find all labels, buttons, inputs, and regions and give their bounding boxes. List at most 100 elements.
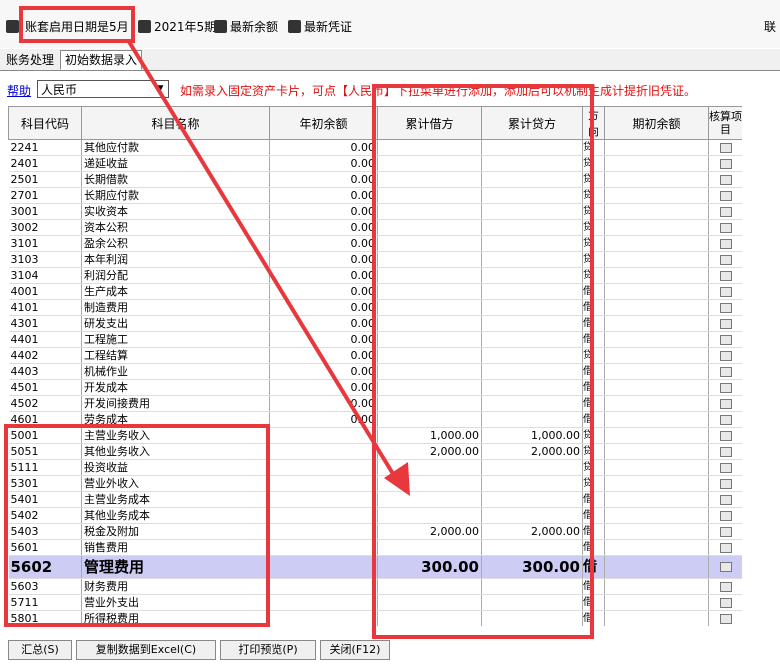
table-row[interactable]: 5301 营业外收入 贷	[8, 475, 742, 492]
cell-name[interactable]: 机械作业	[81, 363, 270, 380]
cell-direction[interactable]: 贷	[582, 155, 605, 172]
cell-direction[interactable]: 借	[582, 555, 605, 579]
cell-code[interactable]: 5301	[8, 475, 82, 492]
table-row[interactable]: 5403 税金及附加 2,000.00 2,000.00 借	[8, 523, 742, 540]
cell-debit[interactable]	[377, 491, 482, 508]
cell-opening-year[interactable]: 0.00	[269, 203, 378, 220]
cell-credit[interactable]	[481, 395, 583, 412]
cell-opening-year[interactable]: 0.00	[269, 251, 378, 268]
cell-code[interactable]: 4402	[8, 347, 82, 364]
cell-code[interactable]: 2241	[8, 139, 82, 156]
cell-direction[interactable]: 借	[582, 578, 605, 595]
cell-name[interactable]: 管理费用	[81, 555, 270, 579]
aux-checkbox[interactable]	[719, 495, 732, 505]
cell-opening-year[interactable]: 0.00	[269, 267, 378, 284]
cell-direction[interactable]: 贷	[582, 219, 605, 236]
cell-credit[interactable]	[481, 315, 583, 332]
cell-opening-year[interactable]: 0.00	[269, 347, 378, 364]
cell-aux[interactable]	[708, 347, 742, 364]
aux-checkbox[interactable]	[719, 335, 732, 345]
cell-direction[interactable]: 借	[582, 411, 605, 428]
cell-opening-year[interactable]	[269, 594, 378, 611]
cell-aux[interactable]	[708, 395, 742, 412]
tab-initial-data-entry[interactable]: 初始数据录入	[60, 50, 143, 70]
cell-credit[interactable]	[481, 251, 583, 268]
cell-debit[interactable]	[377, 594, 482, 611]
cell-code[interactable]: 2701	[8, 187, 82, 204]
table-row[interactable]: 5603 财务费用 借	[8, 578, 742, 595]
cell-name[interactable]: 开发成本	[81, 379, 270, 396]
cell-opening-year[interactable]	[269, 443, 378, 460]
aux-checkbox[interactable]	[719, 351, 732, 361]
cell-aux[interactable]	[708, 610, 742, 626]
cell-opening-year[interactable]	[269, 459, 378, 476]
cell-opening-period[interactable]	[604, 267, 709, 284]
table-row[interactable]: 4402 工程结算 0.00 贷	[8, 347, 742, 364]
cell-debit[interactable]	[377, 219, 482, 236]
cell-opening-year[interactable]: 0.00	[269, 411, 378, 428]
cell-opening-year[interactable]: 0.00	[269, 363, 378, 380]
aux-checkbox[interactable]	[719, 223, 732, 233]
cell-name[interactable]: 主营业务成本	[81, 491, 270, 508]
col-header-opening-year[interactable]: 年初余额	[269, 106, 378, 140]
cell-name[interactable]: 盈余公积	[81, 235, 270, 252]
cell-debit[interactable]: 1,000.00	[377, 427, 482, 444]
cell-name[interactable]: 劳务成本	[81, 411, 270, 428]
cell-opening-period[interactable]	[604, 363, 709, 380]
cell-name[interactable]: 其他应付款	[81, 139, 270, 156]
cell-credit[interactable]	[481, 411, 583, 428]
cell-name[interactable]: 营业外收入	[81, 475, 270, 492]
cell-opening-period[interactable]	[604, 235, 709, 252]
cell-opening-period[interactable]	[604, 171, 709, 188]
table-row[interactable]: 3001 实收资本 0.00 贷	[8, 203, 742, 220]
table-row[interactable]: 3103 本年利润 0.00 贷	[8, 251, 742, 268]
cell-code[interactable]: 3001	[8, 203, 82, 220]
cell-opening-period[interactable]	[604, 315, 709, 332]
cell-opening-period[interactable]	[604, 299, 709, 316]
cell-opening-period[interactable]	[604, 203, 709, 220]
cell-credit[interactable]	[481, 235, 583, 252]
aux-checkbox[interactable]	[719, 447, 732, 457]
table-row[interactable]: 5401 主营业务成本 借	[8, 491, 742, 508]
cell-credit[interactable]	[481, 331, 583, 348]
table-row[interactable]: 5801 所得税费用 借	[8, 610, 742, 626]
cell-debit[interactable]	[377, 331, 482, 348]
print-preview-button[interactable]: 打印预览(P)	[220, 640, 316, 660]
cell-aux[interactable]	[708, 491, 742, 508]
table-row[interactable]: 5001 主营业务收入 1,000.00 1,000.00 贷	[8, 427, 742, 444]
cell-credit[interactable]	[481, 203, 583, 220]
cell-code[interactable]: 5801	[8, 610, 82, 626]
table-row[interactable]: 4001 生产成本 0.00 借	[8, 283, 742, 300]
table-row[interactable]: 5111 投资收益 贷	[8, 459, 742, 476]
table-row[interactable]: 3101 盈余公积 0.00 贷	[8, 235, 742, 252]
aux-checkbox[interactable]	[719, 255, 732, 265]
cell-name[interactable]: 投资收益	[81, 459, 270, 476]
cell-name[interactable]: 实收资本	[81, 203, 270, 220]
cell-debit[interactable]	[377, 203, 482, 220]
aux-checkbox[interactable]	[719, 207, 732, 217]
summary-button[interactable]: 汇总(S)	[8, 640, 72, 660]
cell-opening-period[interactable]	[604, 491, 709, 508]
col-header-credit[interactable]: 累计贷方	[481, 106, 583, 140]
aux-checkbox[interactable]	[719, 431, 732, 441]
cell-name[interactable]: 其他业务收入	[81, 443, 270, 460]
table-row[interactable]: 5402 其他业务成本 借	[8, 507, 742, 524]
col-header-opening-period[interactable]: 期初余额	[604, 106, 709, 140]
cell-aux[interactable]	[708, 363, 742, 380]
cell-name[interactable]: 递延收益	[81, 155, 270, 172]
cell-name[interactable]: 长期借款	[81, 171, 270, 188]
cell-name[interactable]: 销售费用	[81, 539, 270, 556]
cell-aux[interactable]	[708, 315, 742, 332]
cell-direction[interactable]: 借	[582, 363, 605, 380]
cell-name[interactable]: 长期应付款	[81, 187, 270, 204]
cell-direction[interactable]: 贷	[582, 203, 605, 220]
table-row[interactable]: 4101 制造费用 0.00 借	[8, 299, 742, 316]
table-row[interactable]: 4501 开发成本 0.00 借	[8, 379, 742, 396]
cell-debit[interactable]	[377, 347, 482, 364]
cell-direction[interactable]: 贷	[582, 475, 605, 492]
aux-checkbox[interactable]	[719, 367, 732, 377]
cell-name[interactable]: 所得税费用	[81, 610, 270, 626]
col-header-name[interactable]: 科目名称	[81, 106, 270, 140]
cell-opening-year[interactable]	[269, 475, 378, 492]
cell-direction[interactable]: 借	[582, 507, 605, 524]
